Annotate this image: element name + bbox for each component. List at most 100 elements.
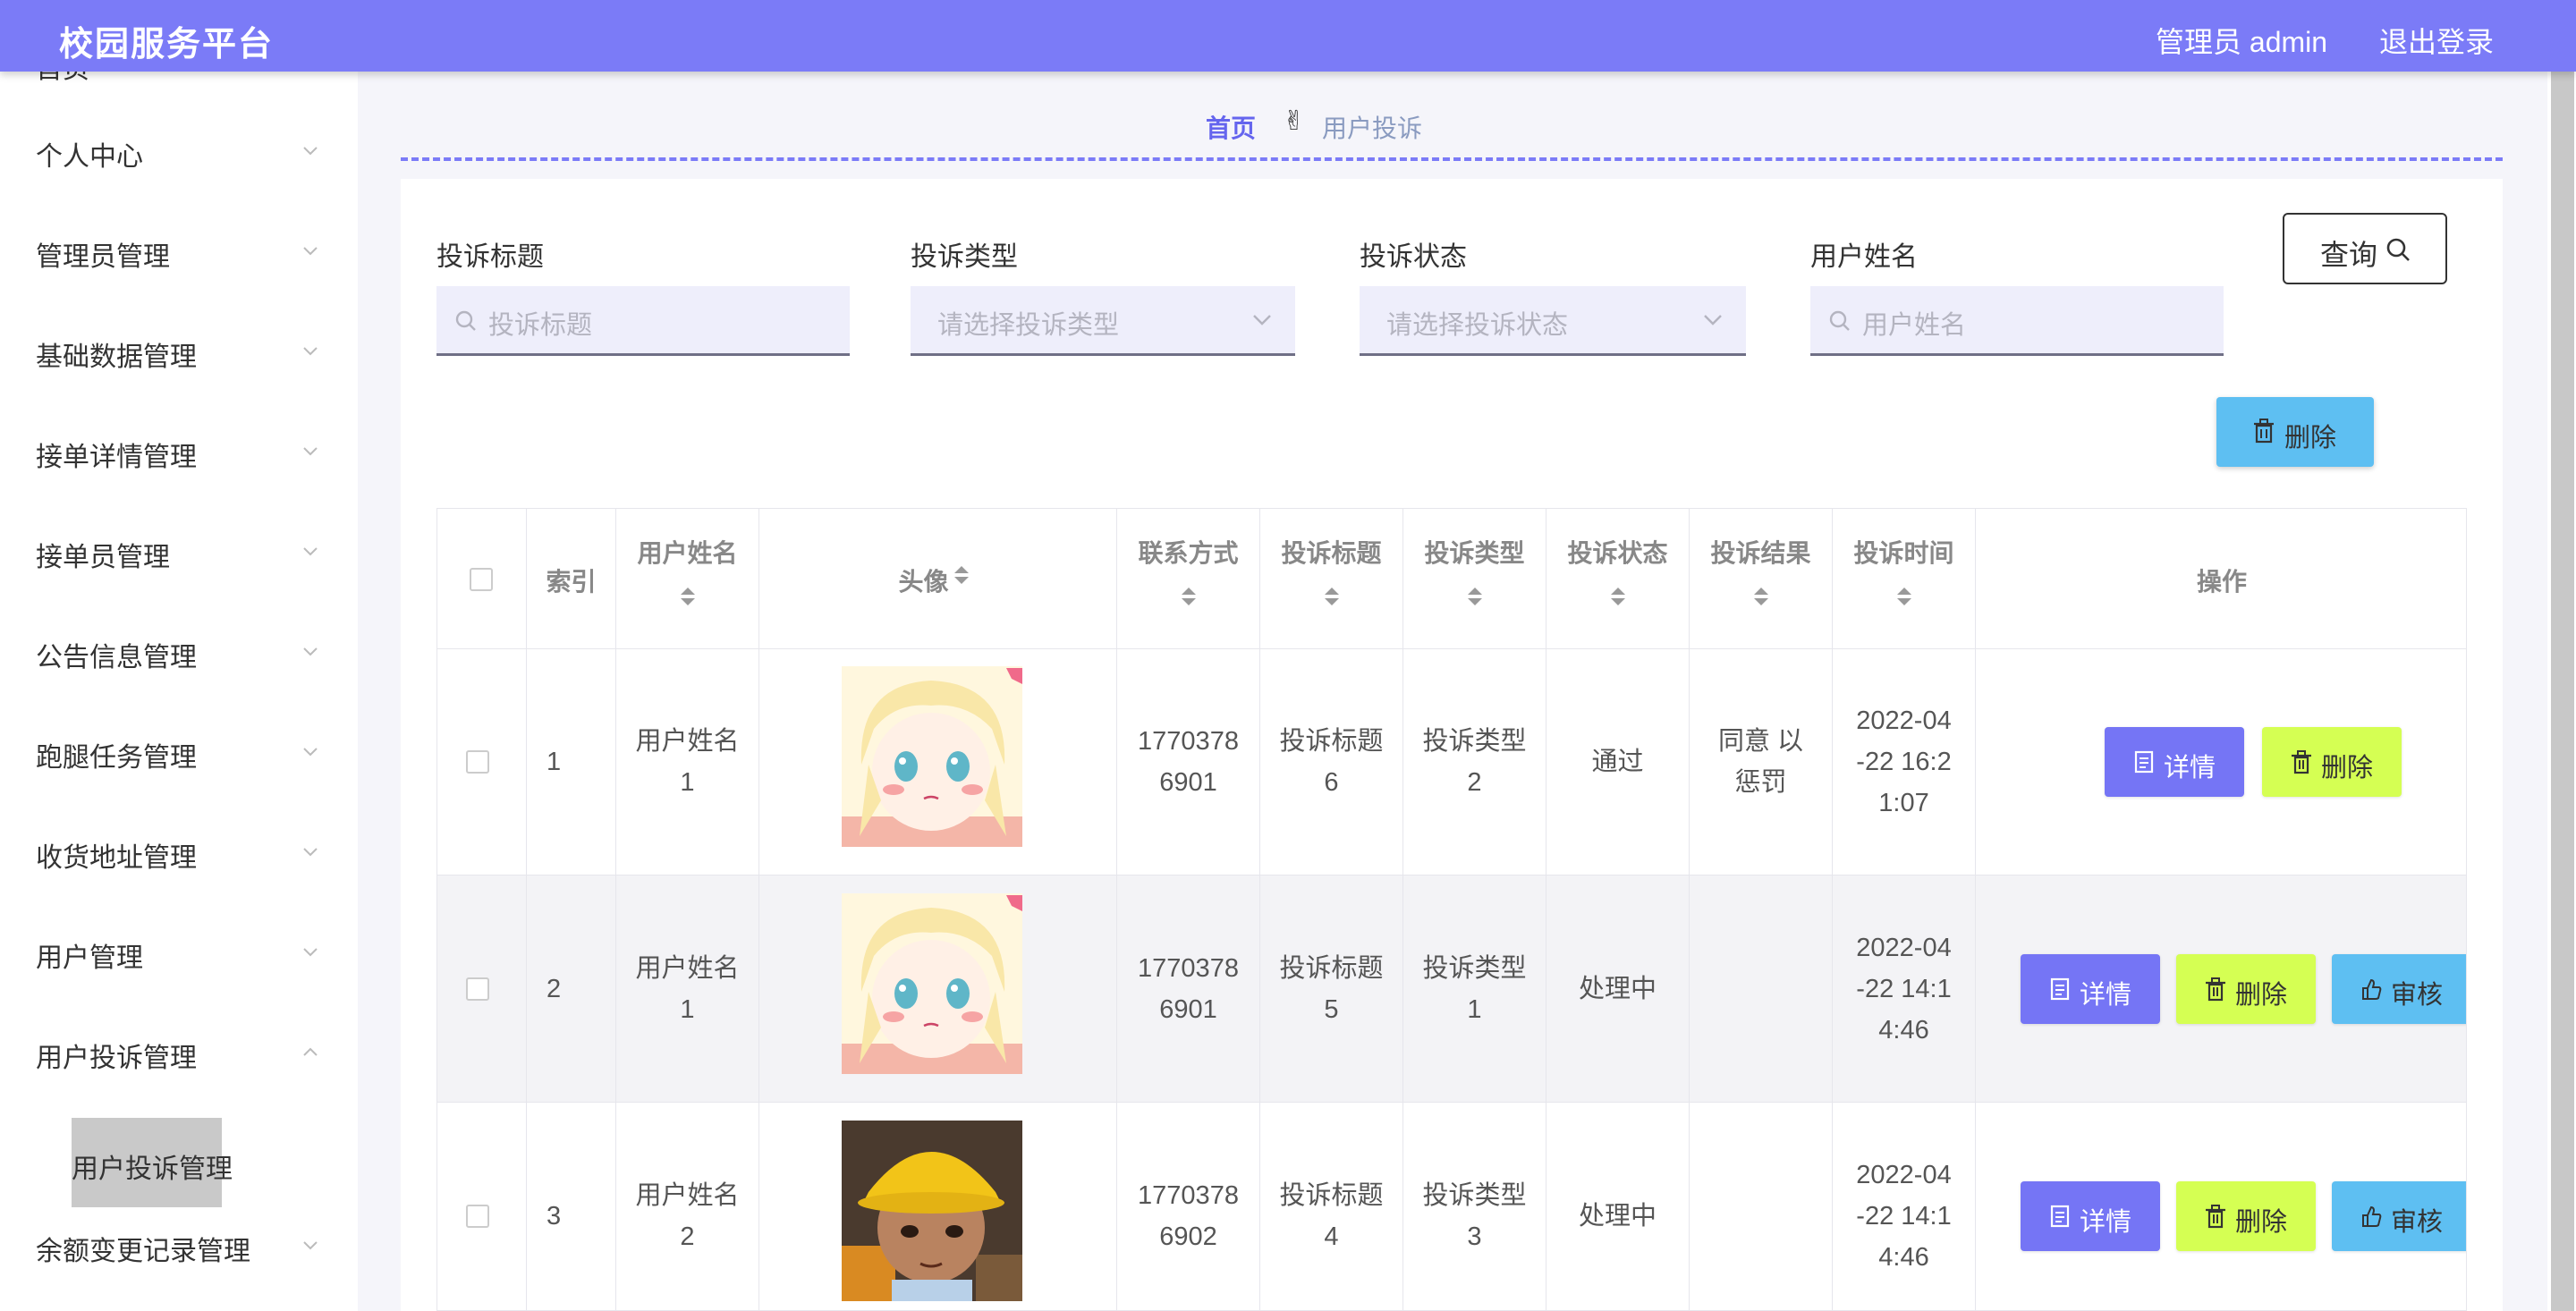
trash-icon xyxy=(2254,419,2274,444)
sidebar-item-9[interactable]: 用户管理 xyxy=(0,907,358,996)
button-label: 删除 xyxy=(2235,1208,2288,1237)
complaint-type-select[interactable]: 请选择投诉类型 xyxy=(911,286,1295,356)
sidebar-item-8[interactable]: 收货地址管理 xyxy=(0,807,358,896)
avatar[interactable] xyxy=(842,1121,1022,1301)
cell-line: 2022-04 xyxy=(1856,934,1952,962)
search-icon xyxy=(2386,238,2410,261)
cell-line: 4:46 xyxy=(1878,1243,1929,1272)
sidebar-item-3[interactable]: 基础数据管理 xyxy=(0,306,358,395)
table-row: 2 用户姓名 1 1770378 6901 投诉标题 5 投诉类型 1 处理中 2022-04 -22… xyxy=(437,875,2466,1103)
header-phone[interactable]: 联系方式 xyxy=(1117,509,1260,648)
cell-line: 1 xyxy=(1467,995,1482,1024)
scrollbar-thumb[interactable] xyxy=(2551,72,2574,1311)
table-row: 3 用户姓名 2 1770378 6902 投诉标题 4 投诉类型 3 处理中 2022-04 -22… xyxy=(437,1103,2466,1310)
cell-line: 投诉标题 xyxy=(1279,727,1384,756)
cell-line: 投诉标题 xyxy=(1279,954,1384,983)
complaint-status-select[interactable]: 请选择投诉状态 xyxy=(1360,286,1746,356)
sidebar-item-label: 收货地址管理 xyxy=(36,843,197,873)
header-type[interactable]: 投诉类型 xyxy=(1403,509,1546,648)
index-cell: 2 xyxy=(527,875,616,1103)
avatar[interactable] xyxy=(842,666,1022,847)
delete-button[interactable]: 删除 xyxy=(2176,954,2316,1024)
sort-icon[interactable] xyxy=(1466,586,1484,607)
cell-line: 1:07 xyxy=(1878,789,1929,817)
logout-link[interactable]: 退出登录 xyxy=(2379,20,2494,61)
header-time[interactable]: 投诉时间 xyxy=(1833,509,1976,648)
header-title[interactable]: 投诉标题 xyxy=(1260,509,1403,648)
bulk-delete-button[interactable]: 删除 xyxy=(2216,397,2374,467)
cell-line: 6902 xyxy=(1159,1222,1217,1251)
sort-icon[interactable] xyxy=(1752,586,1770,607)
sidebar-subitem-complaints[interactable]: 用户投诉管理 xyxy=(72,1118,233,1207)
sidebar-item-home[interactable]: 首页 xyxy=(36,72,89,86)
sort-icon[interactable] xyxy=(953,564,970,586)
breadcrumb-home[interactable]: 首页 xyxy=(1206,114,1256,142)
search-icon xyxy=(455,310,476,331)
victory-hand-icon: ✌ xyxy=(1283,106,1306,136)
cell-line: 1 xyxy=(680,768,695,797)
cell-line: 1770378 xyxy=(1138,954,1239,983)
detail-button[interactable]: 详情 xyxy=(2021,1181,2160,1251)
button-label: 审核 xyxy=(2391,1208,2444,1237)
user-name-input[interactable]: 用户姓名 xyxy=(1810,286,2224,356)
select-placeholder: 请选择投诉类型 xyxy=(937,311,1120,340)
sidebar-item-label: 基础数据管理 xyxy=(36,343,197,372)
sidebar-item-11[interactable]: 余额变更记录管理 xyxy=(0,1200,358,1290)
row-checkbox[interactable] xyxy=(466,977,489,1001)
trash-icon xyxy=(2206,977,2225,1002)
avatar[interactable] xyxy=(842,893,1022,1074)
cell-line: -22 14:1 xyxy=(1856,975,1952,1003)
sort-icon[interactable] xyxy=(1323,586,1341,607)
sidebar-item-10[interactable]: 用户投诉管理 xyxy=(0,1007,358,1096)
complaints-table: 索引 用户姓名 头像 联系方式 投诉标题 投诉类型 投诉状态 投诉结果 投诉时间… xyxy=(436,508,2467,1311)
sidebar-item-7[interactable]: 跑腿任务管理 xyxy=(0,706,358,796)
sidebar-item-1[interactable]: 个人中心 xyxy=(0,106,358,195)
row-checkbox[interactable] xyxy=(466,750,489,774)
button-label: 删除 xyxy=(2235,981,2288,1010)
header-label: 头像 xyxy=(898,568,949,596)
row-checkbox[interactable] xyxy=(466,1205,489,1228)
chevron-down-icon xyxy=(303,1241,318,1250)
sidebar-item-label: 跑腿任务管理 xyxy=(36,743,197,773)
status-cell: 处理中 xyxy=(1546,1103,1690,1310)
detail-button[interactable]: 详情 xyxy=(2021,954,2160,1024)
cell-line: 惩罚 xyxy=(1734,768,1787,797)
actions-cell: 详情 删除 审核 xyxy=(1976,1103,2466,1310)
header-avatar[interactable]: 头像 xyxy=(759,509,1117,648)
cell-line: 1770378 xyxy=(1138,1181,1239,1210)
sidebar-item-5[interactable]: 接单员管理 xyxy=(0,506,358,596)
select-all-checkbox[interactable] xyxy=(470,568,493,591)
detail-button[interactable]: 详情 xyxy=(2105,727,2244,797)
button-label: 详情 xyxy=(2080,981,2132,1010)
complaint-title-input[interactable]: 投诉标题 xyxy=(436,286,850,356)
actions-cell: 详情 删除 审核 xyxy=(1976,875,2466,1103)
sort-icon[interactable] xyxy=(1180,586,1198,607)
delete-button[interactable]: 删除 xyxy=(2262,727,2402,797)
chevron-down-icon xyxy=(303,347,318,356)
sidebar-item-6[interactable]: 公告信息管理 xyxy=(0,606,358,696)
delete-button[interactable]: 删除 xyxy=(2176,1181,2316,1251)
app-title: 校园服务平台 xyxy=(59,26,275,63)
sort-icon[interactable] xyxy=(1609,586,1627,607)
filter-user-label: 用户姓名 xyxy=(1810,242,1918,272)
header-result[interactable]: 投诉结果 xyxy=(1690,509,1833,648)
sidebar-item-2[interactable]: 管理员管理 xyxy=(0,206,358,295)
avatar-cell xyxy=(759,648,1117,875)
cell-line: 3 xyxy=(1467,1222,1482,1251)
sidebar-item-4[interactable]: 接单详情管理 xyxy=(0,406,358,495)
actions-cell: 详情 删除 xyxy=(1976,648,2466,875)
header-status[interactable]: 投诉状态 xyxy=(1546,509,1690,648)
sort-icon[interactable] xyxy=(1895,586,1913,607)
cell-line: 投诉标题 xyxy=(1279,1181,1384,1210)
query-button[interactable]: 查询 xyxy=(2283,213,2447,284)
sort-icon[interactable] xyxy=(679,586,697,607)
audit-button[interactable]: 审核 xyxy=(2332,954,2466,1024)
header-label: 投诉结果 xyxy=(1710,539,1811,567)
result-cell xyxy=(1690,875,1833,1103)
chevron-down-icon xyxy=(303,748,318,757)
audit-button[interactable]: 审核 xyxy=(2332,1181,2466,1251)
header-user[interactable]: 用户姓名 xyxy=(616,509,759,648)
index-value: 1 xyxy=(547,748,562,776)
header-actions: 操作 xyxy=(1976,509,2466,648)
status-value: 处理中 xyxy=(1578,1202,1657,1231)
